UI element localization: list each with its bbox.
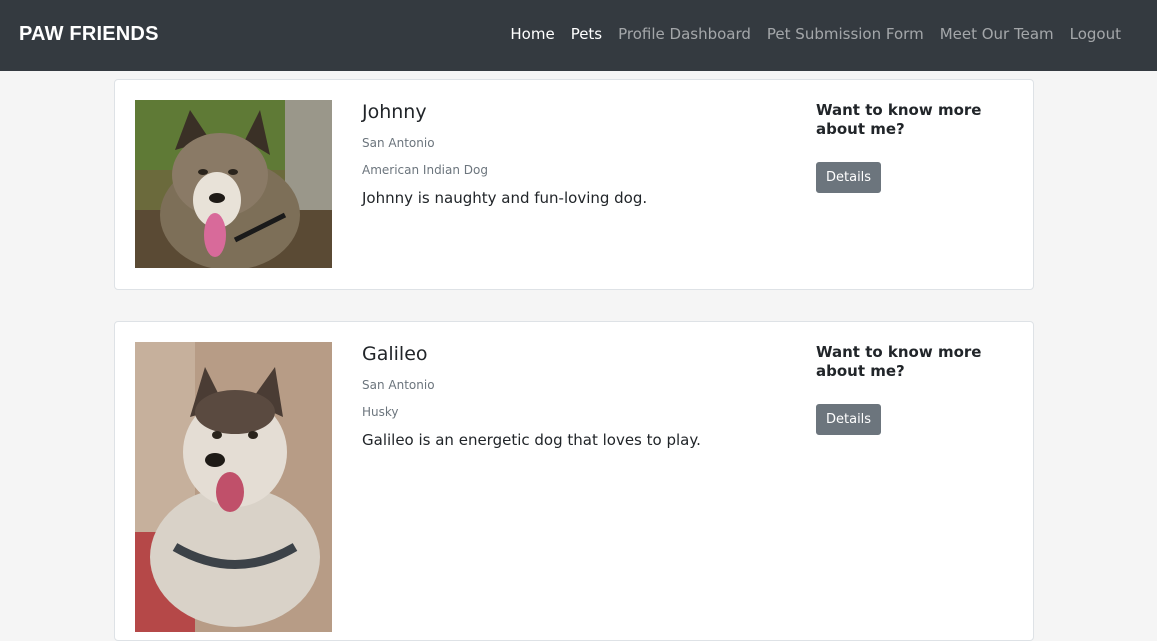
nav-link-pets[interactable]: Pets [571, 25, 602, 43]
brand-logo[interactable]: PAW FRIENDS [19, 23, 159, 46]
husky-dog-photo-icon [135, 342, 332, 632]
pet-card: Galileo San Antonio Husky Galileo is an … [114, 321, 1034, 641]
top-navbar: PAW FRIENDS Home Pets Profile Dashboard … [0, 0, 1157, 71]
details-button[interactable]: Details [816, 404, 882, 435]
husky-dog-photo-icon [135, 100, 332, 268]
nav-link-pet-submission-form[interactable]: Pet Submission Form [767, 25, 924, 43]
pet-city: San Antonio [362, 378, 435, 392]
nav-link-home[interactable]: Home [510, 25, 554, 43]
more-info-heading: Want to know more about me? [816, 343, 982, 380]
pet-photo [135, 100, 332, 268]
more-info-heading: Want to know more about me? [816, 101, 982, 138]
pet-breed: American Indian Dog [362, 163, 488, 177]
details-button[interactable]: Details [816, 162, 882, 193]
nav-link-profile-dashboard[interactable]: Profile Dashboard [618, 25, 751, 43]
pet-photo [135, 342, 332, 632]
pet-description: Johnny is naughty and fun-loving dog. [362, 189, 648, 207]
pet-description: Galileo is an energetic dog that loves t… [362, 431, 701, 449]
pet-card: Johnny San Antonio American Indian Dog J… [114, 79, 1034, 290]
nav-links: Home Pets Profile Dashboard Pet Submissi… [494, 25, 1121, 43]
nav-link-logout[interactable]: Logout [1070, 25, 1121, 43]
pet-city: San Antonio [362, 136, 435, 150]
pet-name: Galileo [362, 343, 428, 365]
nav-link-meet-our-team[interactable]: Meet Our Team [940, 25, 1054, 43]
pet-name: Johnny [362, 101, 427, 123]
pet-breed: Husky [362, 405, 399, 419]
